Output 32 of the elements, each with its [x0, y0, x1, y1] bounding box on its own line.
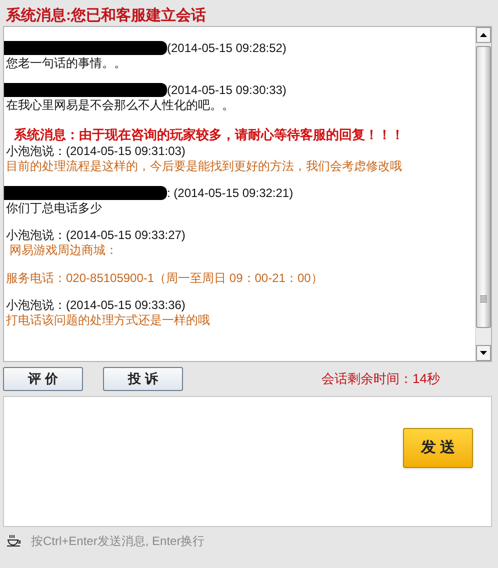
message-text: 打电话该问题的处理方式还是一样的哦: [6, 312, 211, 327]
sender-name: 小泡泡说：: [6, 144, 66, 158]
message-time: (2014-05-15 09:31:03): [66, 144, 186, 158]
send-button[interactable]: 发 送: [403, 428, 473, 468]
sender-name: 小泡泡说：: [6, 228, 66, 242]
action-button[interactable]: 评 价: [3, 367, 83, 391]
message-time: (2014-05-15 09:28:52): [167, 41, 286, 55]
message-time: (2014-05-15 09:33:36): [66, 298, 186, 312]
message-text: 服务电话：020-85105900-1（周一至周日 09：00-21：00）: [6, 270, 324, 285]
scroll-thumb[interactable]: [476, 46, 491, 328]
message-text: 你们丁总电话多少: [6, 200, 103, 215]
scroll-down-button[interactable]: [476, 345, 491, 361]
scrollbar[interactable]: [475, 27, 491, 361]
message-time: (2014-05-15 09:30:33): [167, 83, 286, 97]
message-text: 网易游戏周边商城：: [8, 242, 118, 257]
up-arrow-icon: [480, 33, 487, 37]
window-title: 系统消息:您已和客服建立会话: [6, 7, 206, 24]
grip-icon: [480, 295, 487, 303]
hint-text: 按Ctrl+Enter发送消息, Enter换行: [31, 533, 205, 550]
message-time: (2014-05-15 09:33:27): [66, 228, 186, 242]
sender-name: 小泡泡说：: [6, 298, 66, 312]
system-message: 系统消息：由于现在咨询的玩家较多，请耐心等待客服的回复！！！: [14, 127, 405, 143]
action-button[interactable]: 投 诉: [103, 367, 183, 391]
message-text: 目前的处理流程是这样的，今后要是能找到更好的方法，我们会考虑修改哦: [6, 158, 403, 173]
message-time: : (2014-05-15 09:32:21): [167, 186, 294, 200]
scroll-up-button[interactable]: [476, 27, 491, 43]
down-arrow-icon: [480, 351, 487, 355]
message-text: 您老一句话的事情。。: [6, 55, 127, 70]
cup-icon: [7, 535, 21, 547]
message-text: 在我心里网易是不会那么不人性化的吧。。: [6, 97, 235, 112]
message-input[interactable]: 发 送: [3, 396, 492, 527]
session-timer: 会话剩余时间：14秒: [322, 370, 440, 388]
